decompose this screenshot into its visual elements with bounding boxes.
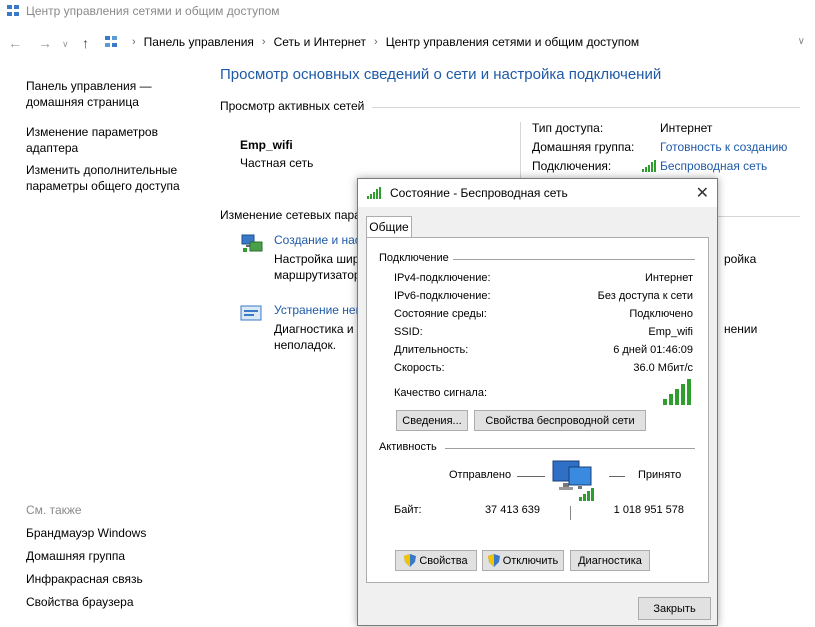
bytes-label: Байт: <box>394 504 422 516</box>
address-dropdown-icon[interactable]: ∨ <box>798 36 805 47</box>
info-key: Состояние среды: <box>394 308 487 320</box>
dialog-title: Состояние - Беспроводная сеть <box>390 186 568 200</box>
tab-panel-general: Подключение IPv4-подключение: Интернет I… <box>366 237 709 583</box>
connection-link-wireless[interactable]: Беспроводная сеть <box>660 159 767 173</box>
sent-label: Отправлено <box>449 469 512 481</box>
network-name: Emp_wifi <box>240 138 293 152</box>
sidebar-item-adapter-settings[interactable]: Изменение параметров адаптера <box>26 124 158 156</box>
breadcrumb-separator-icon[interactable]: › <box>262 36 266 48</box>
diagnose-button[interactable]: Диагностика <box>570 550 650 571</box>
properties-button-label: Свойства <box>419 554 468 567</box>
received-line <box>609 476 625 477</box>
see-also-infrared-link[interactable]: Инфракрасная связь <box>26 571 143 587</box>
breadcrumb-separator-icon[interactable]: › <box>132 36 136 48</box>
info-key: Качество сигнала: <box>394 387 488 399</box>
task-setup-link[interactable]: Создание и нас <box>274 233 361 247</box>
shield-icon <box>404 554 417 567</box>
info-key: IPv6-подключение: <box>394 290 491 302</box>
active-networks-title: Просмотр активных сетей <box>220 99 365 113</box>
activity-separator <box>570 506 571 520</box>
disable-button[interactable]: Отключить <box>482 550 564 571</box>
task-setup-desc: ройка <box>724 252 757 266</box>
breadcrumb-control-panel[interactable]: Панель управления <box>144 35 254 49</box>
bytes-received-value: 1 018 951 578 <box>613 504 684 516</box>
shield-icon <box>487 554 500 567</box>
info-value: Emp_wifi <box>648 326 693 338</box>
sidebar-item-label: Панель управления — <box>26 79 152 93</box>
info-value: Подключено <box>629 308 693 320</box>
computer-network-icon <box>552 460 594 501</box>
dialog-titlebar[interactable]: Состояние - Беспроводная сеть ✕ <box>358 179 717 207</box>
window-title: Центр управления сетями и общим доступом <box>26 4 280 18</box>
properties-button[interactable]: Свойства <box>395 550 477 571</box>
section-divider <box>718 216 800 217</box>
bytes-sent-value: 37 413 639 <box>484 504 540 516</box>
group-divider <box>445 448 695 449</box>
sent-line <box>517 476 545 477</box>
received-label: Принято <box>638 469 682 481</box>
sidebar-item-label: Изменить дополнительные <box>26 163 178 177</box>
info-value: 36.0 Мбит/с <box>633 362 693 374</box>
info-value: Без доступа к сети <box>597 290 693 302</box>
wireless-status-dialog: Состояние - Беспроводная сеть ✕ Общие По… <box>357 178 718 626</box>
breadcrumb-separator-icon[interactable]: › <box>374 36 378 48</box>
sidebar-item-label: Изменение параметров <box>26 125 158 139</box>
recent-locations-chevron-icon[interactable]: ∨ <box>62 39 69 50</box>
info-key: Длительность: <box>394 344 469 356</box>
info-key: IPv4-подключение: <box>394 272 491 284</box>
forward-arrow-icon[interactable]: → <box>38 35 52 51</box>
task-setup-desc: маршрутизатор <box>274 268 361 282</box>
group-divider <box>453 259 695 260</box>
breadcrumb-network-internet[interactable]: Сеть и Интернет <box>274 35 366 49</box>
network-type-link[interactable]: Частная сеть <box>240 156 313 170</box>
access-type-value: Интернет <box>660 121 713 135</box>
control-panel-icon <box>105 36 117 47</box>
info-value: Интернет <box>645 272 693 284</box>
home-group-label: Домашняя группа: <box>532 140 635 154</box>
task-troubleshoot-link[interactable]: Устранение неп <box>274 303 362 317</box>
network-center-app-icon <box>7 5 19 16</box>
see-also-browser-props-link[interactable]: Свойства браузера <box>26 594 134 610</box>
task-setup-desc: Настройка шир <box>274 252 360 266</box>
back-arrow-icon[interactable]: ← <box>8 35 22 51</box>
address-bar[interactable]: › Панель управления › Сеть и Интернет › … <box>104 35 639 49</box>
close-button[interactable]: Закрыть <box>638 597 711 620</box>
tab-general[interactable]: Общие <box>366 216 412 238</box>
info-key: Скорость: <box>394 362 445 374</box>
sidebar-item-label: параметры общего доступа <box>26 179 180 193</box>
network-setup-icon <box>241 234 263 252</box>
signal-strength-icon <box>663 379 691 405</box>
details-button[interactable]: Сведения... <box>396 410 468 431</box>
access-type-label: Тип доступа: <box>532 121 604 135</box>
connection-group-title: Подключение <box>379 252 449 264</box>
wifi-signal-icon <box>367 187 381 199</box>
vertical-divider <box>520 122 521 178</box>
sidebar-item-label: адаптера <box>26 141 79 155</box>
task-troubleshoot-desc: нении <box>724 322 758 336</box>
see-also-firewall-link[interactable]: Брандмауэр Windows <box>26 525 146 541</box>
section-divider <box>372 107 800 108</box>
wireless-properties-button[interactable]: Свойства беспроводной сети <box>474 410 646 431</box>
close-icon[interactable]: ✕ <box>696 183 709 203</box>
breadcrumb-network-center[interactable]: Центр управления сетями и общим доступом <box>386 35 640 49</box>
see-also-title: См. также <box>26 503 82 517</box>
info-value: 6 дней 01:46:09 <box>613 344 693 356</box>
see-also-homegroup-link[interactable]: Домашняя группа <box>26 548 125 564</box>
task-troubleshoot-desc: неполадок. <box>274 338 337 352</box>
activity-group-title: Активность <box>379 441 437 453</box>
connections-label: Подключения: <box>532 159 612 173</box>
sidebar-item-sharing-settings[interactable]: Изменить дополнительные параметры общего… <box>26 162 180 194</box>
sidebar-item-label: домашняя страница <box>26 95 139 109</box>
info-key: SSID: <box>394 326 423 338</box>
page-title: Просмотр основных сведений о сети и наст… <box>220 66 662 83</box>
troubleshoot-icon <box>240 305 262 321</box>
home-group-link[interactable]: Готовность к созданию <box>660 140 787 154</box>
sidebar-item-control-panel-home[interactable]: Панель управления — домашняя страница <box>26 78 152 110</box>
wifi-signal-icon <box>642 160 656 172</box>
disable-button-label: Отключить <box>502 554 559 567</box>
change-settings-title: Изменение сетевых пара <box>220 208 361 222</box>
up-arrow-icon[interactable]: ↑ <box>82 35 89 51</box>
task-troubleshoot-desc: Диагностика и <box>274 322 354 336</box>
